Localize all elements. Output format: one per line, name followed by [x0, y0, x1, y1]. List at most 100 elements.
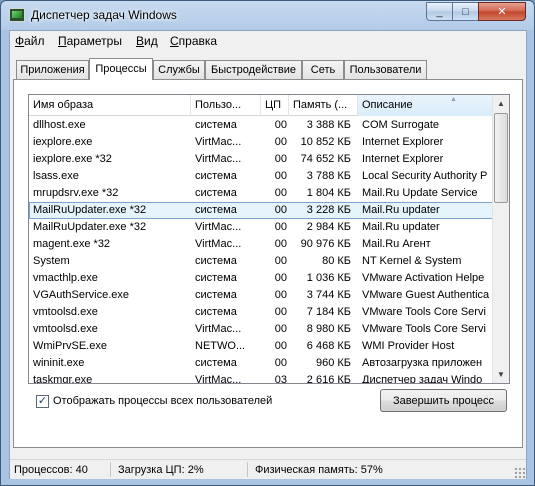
process-user-cell: VirtMac... [195, 238, 242, 250]
scrollbar-thumb[interactable] [494, 113, 508, 203]
table-row[interactable]: WmiPrvSE.exe NETWO... 00 6 468 КБ WMI Provid… [29, 338, 494, 355]
process-name-cell: dllhost.exe [33, 119, 86, 131]
menu-options[interactable]: Параметры [58, 34, 122, 48]
process-cpu-cell: 00 [274, 255, 287, 267]
process-cpu-cell: 00 [274, 221, 287, 233]
column-cpu[interactable]: ЦП [261, 95, 289, 116]
table-row[interactable]: mrupdsrv.exe *32 система 00 1 804 КБ Mail.Ru… [29, 185, 494, 202]
end-process-button[interactable]: Завершить процесс [380, 389, 507, 412]
status-cpu-usage: Загрузка ЦП: 2% [118, 464, 204, 476]
process-memory-cell: 3 744 КБ [306, 289, 351, 301]
table-row[interactable]: MailRuUpdater.exe *32 система 00 3 228 КБ Ma… [29, 202, 494, 219]
show-all-users-checkbox[interactable]: ✓ [36, 394, 49, 408]
process-memory-cell: 3 388 КБ [306, 119, 351, 131]
column-image-name[interactable]: Имя образа [29, 95, 191, 116]
process-memory-cell: 6 468 КБ [306, 340, 351, 352]
task-manager-app-icon [9, 8, 25, 22]
tab-network[interactable]: Сеть [302, 60, 344, 79]
tab-processes[interactable]: Процессы [89, 58, 153, 80]
tab-applications[interactable]: Приложения [16, 60, 89, 79]
column-memory[interactable]: Память (... [289, 95, 358, 116]
menu-help[interactable]: Справка [170, 34, 217, 48]
show-all-users-label: Отображать процессы всех пользователей [53, 395, 273, 407]
process-cpu-cell: 00 [274, 153, 287, 165]
menu-bar: Файл Параметры Вид Справка [10, 31, 526, 51]
process-memory-cell: 960 КБ [315, 357, 351, 369]
tab-users[interactable]: Пользователи [344, 60, 427, 79]
table-row[interactable]: iexplore.exe *32 VirtMac... 00 74 652 КБ Int… [29, 151, 494, 168]
show-all-users-option[interactable]: ✓ Отображать процессы всех пользователей [36, 393, 272, 409]
process-memory-cell: 1 036 КБ [306, 272, 351, 284]
process-description-cell: VMware Activation Helpe [362, 272, 485, 284]
minimize-button[interactable]: _ [426, 2, 453, 21]
process-name-cell: lsass.exe [33, 170, 79, 182]
process-user-cell: система [195, 187, 237, 199]
menu-view-label: ид [144, 34, 158, 48]
status-bar: Процессов: 40 Загрузка ЦП: 2% Физическая… [10, 459, 526, 479]
column-user[interactable]: Пользо... [191, 95, 261, 116]
menu-file[interactable]: Файл [15, 34, 45, 48]
process-memory-cell: 7 184 КБ [306, 306, 351, 318]
status-separator [110, 462, 111, 477]
process-rows: dllhost.exe система 00 3 388 КБ COM Surrogat… [29, 117, 494, 383]
close-button[interactable]: ✕ [478, 2, 526, 21]
process-cpu-cell: 00 [274, 272, 287, 284]
table-row[interactable]: iexplore.exe VirtMac... 00 10 852 КБ Interne… [29, 134, 494, 151]
process-memory-cell: 80 КБ [322, 255, 351, 267]
column-description[interactable]: ▲ Описание [358, 95, 494, 116]
tab-performance[interactable]: Быстродействие [205, 60, 302, 79]
table-row[interactable]: vmacthlp.exe система 00 1 036 КБ VMware Acti… [29, 270, 494, 287]
maximize-button[interactable]: □ [452, 2, 479, 21]
table-row[interactable]: dllhost.exe система 00 3 388 КБ COM Surrogat… [29, 117, 494, 134]
process-name-cell: vmtoolsd.exe [33, 323, 98, 335]
table-row[interactable]: MailRuUpdater.exe *32 VirtMac... 00 2 984 К… [29, 219, 494, 236]
process-cpu-cell: 00 [274, 323, 287, 335]
vertical-scrollbar[interactable]: ▲ ▼ [492, 95, 509, 383]
process-memory-cell: 3 228 КБ [306, 204, 351, 216]
table-row[interactable]: lsass.exe система 00 3 788 КБ Local Security… [29, 168, 494, 185]
process-memory-cell: 8 980 КБ [306, 323, 351, 335]
table-row[interactable]: magent.exe *32 VirtMac... 00 90 976 КБ Mail.… [29, 236, 494, 253]
process-description-cell: VMware Tools Core Servi [362, 306, 486, 318]
title-bar[interactable]: Диспетчер задач Windows _ □ ✕ [1, 1, 534, 30]
process-cpu-cell: 00 [274, 306, 287, 318]
table-row[interactable]: System система 00 80 КБ NT Kernel & System [29, 253, 494, 270]
process-user-cell: VirtMac... [195, 153, 242, 165]
menu-file-accel: Ф [15, 34, 25, 48]
process-description-cell: Mail.Ru updater [362, 204, 440, 216]
process-name-cell: VGAuthService.exe [33, 289, 129, 301]
process-description-cell: Internet Explorer [362, 153, 444, 165]
process-memory-cell: 3 788 КБ [306, 170, 351, 182]
process-user-cell: VirtMac... [195, 221, 242, 233]
process-user-cell: система [195, 357, 237, 369]
process-memory-cell: 10 852 КБ [300, 136, 351, 148]
process-description-cell: Mail.Ru Update Service [362, 187, 478, 199]
status-process-count: Процессов: 40 [14, 464, 88, 476]
menu-help-label: правка [178, 34, 218, 48]
process-cpu-cell: 00 [274, 119, 287, 131]
process-cpu-cell: 00 [274, 357, 287, 369]
process-cpu-cell: 00 [274, 136, 287, 148]
table-row[interactable]: taskmgr.exe VirtMac... 03 2 616 КБ Диспетчер… [29, 372, 494, 383]
process-memory-cell: 2 984 КБ [306, 221, 351, 233]
tab-services[interactable]: Службы [153, 60, 205, 79]
table-row[interactable]: vmtoolsd.exe система 00 7 184 КБ VMware Tool… [29, 304, 494, 321]
process-cpu-cell: 00 [274, 204, 287, 216]
process-name-cell: MailRuUpdater.exe *32 [33, 221, 147, 233]
table-row[interactable]: wininit.exe система 00 960 КБ Автозагрузка п… [29, 355, 494, 372]
menu-view[interactable]: Вид [136, 34, 158, 48]
scroll-down-arrow-icon[interactable]: ▼ [493, 366, 509, 383]
process-description-cell: Автозагрузка приложен [362, 357, 483, 369]
scroll-up-arrow-icon[interactable]: ▲ [493, 95, 509, 112]
table-row[interactable]: vmtoolsd.exe VirtMac... 00 8 980 КБ VMware T… [29, 321, 494, 338]
process-description-cell: Mail.Ru Агент [362, 238, 431, 250]
process-memory-cell: 90 976 КБ [300, 238, 351, 250]
process-list[interactable]: Имя образа Пользо... ЦП Память (... ▲ Оп… [28, 94, 510, 384]
table-row[interactable]: VGAuthService.exe система 00 3 744 КБ VMware… [29, 287, 494, 304]
process-description-cell: VMware Guest Authentica [362, 289, 490, 301]
process-description-cell: NT Kernel & System [362, 255, 462, 267]
process-name-cell: magent.exe *32 [33, 238, 111, 250]
resize-grip-icon[interactable] [514, 467, 525, 478]
process-user-cell: система [195, 255, 237, 267]
process-user-cell: система [195, 272, 237, 284]
